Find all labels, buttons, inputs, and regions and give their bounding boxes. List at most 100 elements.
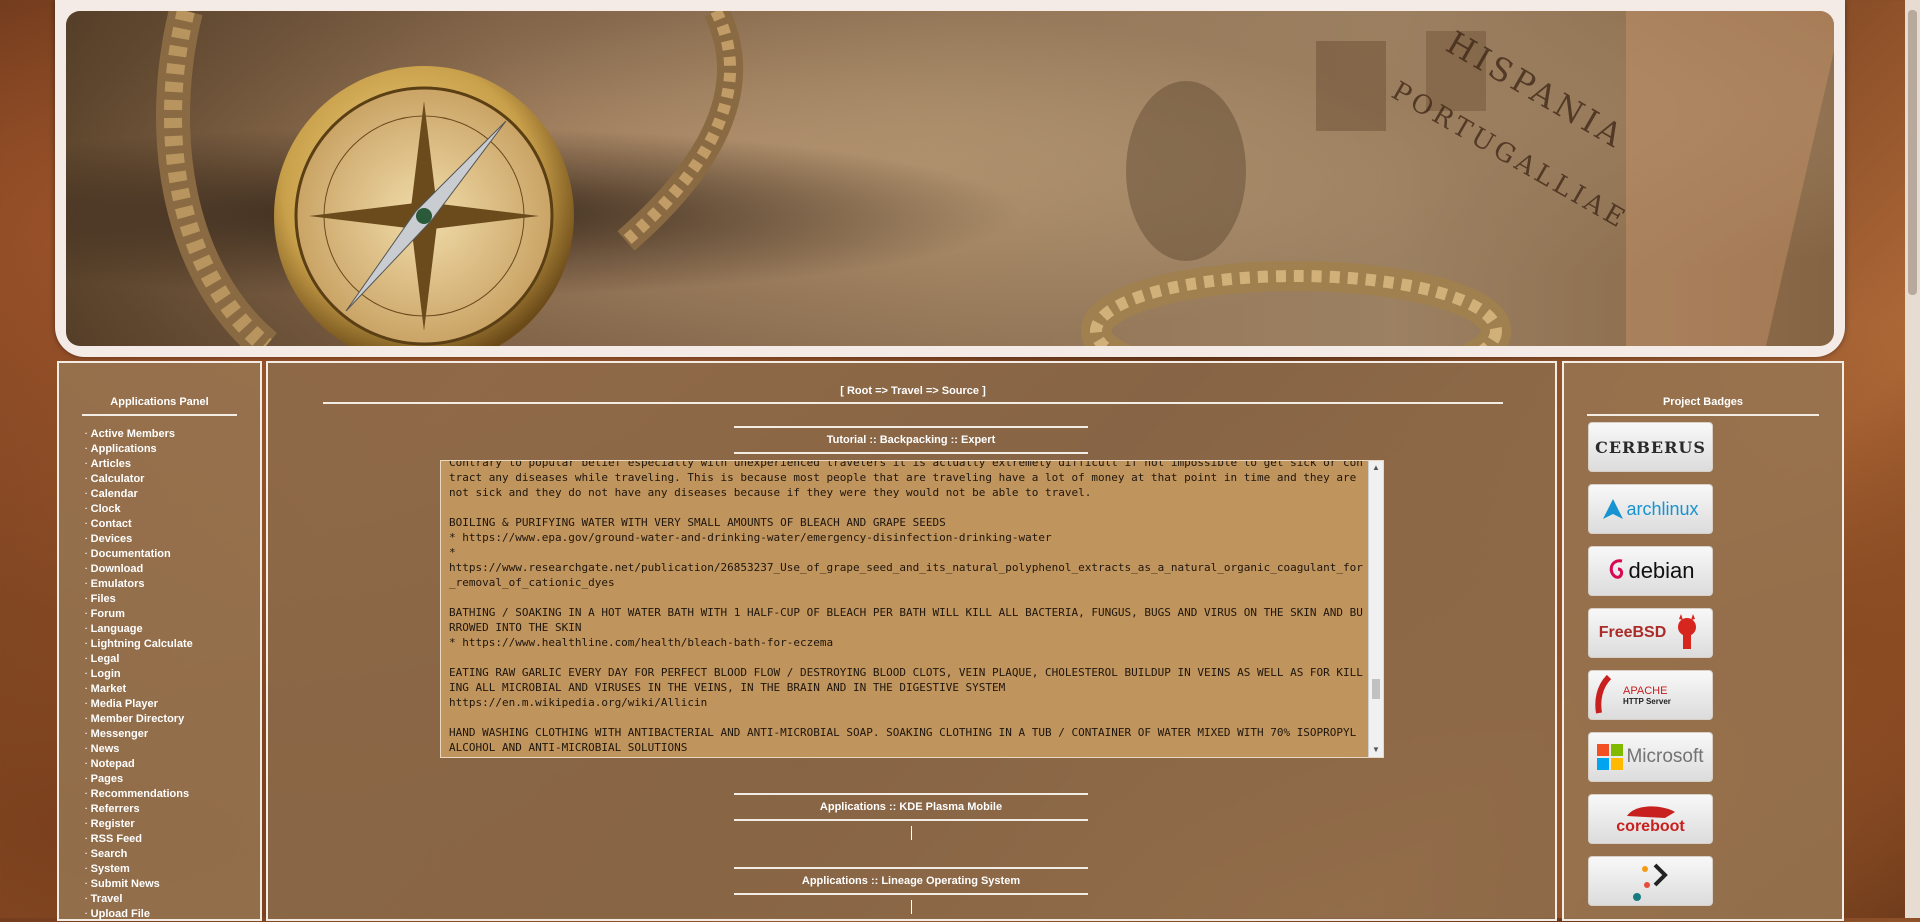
nav-item-member-directory[interactable]: · Member Directory: [85, 711, 260, 726]
nav-item-pages[interactable]: · Pages: [85, 771, 260, 786]
badge-apache[interactable]: APACHE HTTP Server: [1588, 670, 1713, 720]
nav-item-login[interactable]: · Login: [85, 666, 260, 681]
nav-link[interactable]: Contact: [91, 518, 132, 530]
nav-item-contact[interactable]: · Contact: [85, 516, 260, 531]
nav-link[interactable]: Files: [91, 593, 116, 605]
scroll-down-icon[interactable]: ▼: [1369, 743, 1383, 757]
nav-item-active-members[interactable]: · Active Members: [85, 426, 260, 441]
nav-item-register[interactable]: · Register: [85, 816, 260, 831]
nav-link[interactable]: Recommendations: [91, 788, 189, 800]
bullet-icon: ·: [85, 909, 88, 918]
nav-link[interactable]: Emulators: [91, 578, 145, 590]
nav-item-calendar[interactable]: · Calendar: [85, 486, 260, 501]
nav-link[interactable]: Articles: [91, 458, 131, 470]
bullet-icon: ·: [85, 819, 88, 828]
nav-link[interactable]: Pages: [91, 773, 123, 785]
nav-link[interactable]: Applications: [91, 443, 157, 455]
nav-item-emulators[interactable]: · Emulators: [85, 576, 260, 591]
nav-item-submit-news[interactable]: · Submit News: [85, 876, 260, 891]
nav-link[interactable]: Media Player: [91, 698, 158, 710]
debian-swirl-icon: [1610, 559, 1624, 579]
nav-link[interactable]: Member Directory: [91, 713, 185, 725]
nav-link[interactable]: Submit News: [91, 878, 160, 890]
nav-link[interactable]: Forum: [91, 608, 125, 620]
bullet-icon: ·: [85, 759, 88, 768]
nav-link[interactable]: Notepad: [91, 758, 135, 770]
bullet-icon: ·: [85, 549, 88, 558]
nav-item-documentation[interactable]: · Documentation: [85, 546, 260, 561]
nav-link[interactable]: Travel: [91, 893, 123, 905]
nav-item-calculator[interactable]: · Calculator: [85, 471, 260, 486]
nav-item-messenger[interactable]: · Messenger: [85, 726, 260, 741]
nav-item-referrers[interactable]: · Referrers: [85, 801, 260, 816]
microsoft-logo-text: Microsoft: [1626, 746, 1704, 767]
tutorial-textbox[interactable]: Contrary to popular belief especially wi…: [440, 460, 1384, 758]
nav-link[interactable]: RSS Feed: [91, 833, 142, 845]
archlinux-logo-text: archlinux: [1626, 498, 1699, 519]
applications-panel: Applications Panel · Active Members · Appli…: [57, 361, 262, 921]
bullet-icon: ·: [85, 624, 88, 633]
badge-cerberus[interactable]: CERBERUS: [1588, 422, 1713, 472]
badge-debian[interactable]: debian: [1588, 546, 1713, 596]
nav-item-rss-feed[interactable]: · RSS Feed: [85, 831, 260, 846]
nav-link[interactable]: Register: [91, 818, 135, 830]
nav-item-travel[interactable]: · Travel: [85, 891, 260, 906]
nav-item-clock[interactable]: · Clock: [85, 501, 260, 516]
nav-link[interactable]: Market: [91, 683, 126, 695]
main-content-panel: [ Root => Travel => Source ] Tutorial ::…: [266, 361, 1557, 921]
nav-link[interactable]: Legal: [91, 653, 120, 665]
nav-item-files[interactable]: · Files: [85, 591, 260, 606]
nav-item-devices[interactable]: · Devices: [85, 531, 260, 546]
debian-logo-text: debian: [1628, 558, 1695, 583]
scroll-thumb[interactable]: [1372, 679, 1380, 699]
nav-item-recommendations[interactable]: · Recommendations: [85, 786, 260, 801]
nav-link[interactable]: Devices: [91, 533, 133, 545]
nav-link[interactable]: Search: [91, 848, 128, 860]
nav-link[interactable]: Download: [91, 563, 144, 575]
page-scrollbar[interactable]: [1905, 0, 1920, 918]
nav-link[interactable]: Documentation: [91, 548, 171, 560]
nav-item-search[interactable]: · Search: [85, 846, 260, 861]
nav-item-articles[interactable]: · Articles: [85, 456, 260, 471]
nav-item-media-player[interactable]: · Media Player: [85, 696, 260, 711]
page-scroll-thumb[interactable]: [1908, 10, 1917, 295]
nav-link[interactable]: Referrers: [91, 803, 140, 815]
badge-lineage[interactable]: [1588, 856, 1713, 906]
nav-link[interactable]: Language: [91, 623, 143, 635]
nav-item-legal[interactable]: · Legal: [85, 651, 260, 666]
breadcrumb: [ Root => Travel => Source ]: [323, 385, 1503, 404]
nav-link[interactable]: Calculator: [91, 473, 145, 485]
nav-item-language[interactable]: · Language: [85, 621, 260, 636]
textbox-scrollbar[interactable]: ▲ ▼: [1368, 461, 1383, 757]
section-title-kde-plasma-mobile: Applications :: KDE Plasma Mobile: [734, 793, 1088, 821]
nav-item-download[interactable]: · Download: [85, 561, 260, 576]
nav-item-applications[interactable]: · Applications: [85, 441, 260, 456]
nav-link[interactable]: News: [91, 743, 120, 755]
nav-link[interactable]: Clock: [91, 503, 121, 515]
nav-link[interactable]: Active Members: [91, 428, 175, 440]
badge-coreboot[interactable]: coreboot: [1588, 794, 1713, 844]
bullet-icon: ·: [85, 879, 88, 888]
nav-link[interactable]: System: [91, 863, 130, 875]
badge-archlinux[interactable]: archlinux: [1588, 484, 1713, 534]
tutorial-text: Contrary to popular belief especially wi…: [449, 460, 1363, 754]
nav-item-notepad[interactable]: · Notepad: [85, 756, 260, 771]
apache-feather-icon: [1595, 675, 1612, 714]
bullet-icon: ·: [85, 729, 88, 738]
nav-item-system[interactable]: · System: [85, 861, 260, 876]
badge-microsoft[interactable]: Microsoft: [1588, 732, 1713, 782]
nav-item-lightning-calculate[interactable]: · Lightning Calculate: [85, 636, 260, 651]
nav-item-market[interactable]: · Market: [85, 681, 260, 696]
nav-item-upload-file[interactable]: · Upload File: [85, 906, 260, 921]
nav-link[interactable]: Upload File: [91, 908, 150, 920]
nav-item-forum[interactable]: · Forum: [85, 606, 260, 621]
nav-link[interactable]: Messenger: [91, 728, 148, 740]
scroll-up-icon[interactable]: ▲: [1369, 461, 1383, 475]
nav-link[interactable]: Calendar: [91, 488, 138, 500]
bullet-icon: ·: [85, 444, 88, 453]
nav-link[interactable]: Login: [91, 668, 121, 680]
bullet-icon: ·: [85, 684, 88, 693]
badge-freebsd[interactable]: FreeBSD: [1588, 608, 1713, 658]
nav-link[interactable]: Lightning Calculate: [91, 638, 193, 650]
nav-item-news[interactable]: · News: [85, 741, 260, 756]
